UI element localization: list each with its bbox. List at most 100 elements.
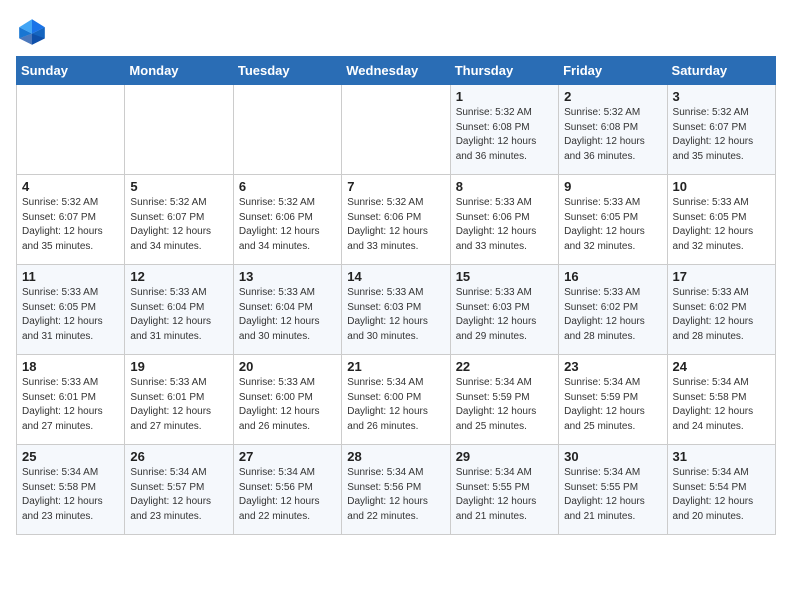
calendar-cell: 26 Sunrise: 5:34 AM Sunset: 5:57 PM Dayli… [125, 445, 233, 535]
day-info: Sunrise: 5:32 AM Sunset: 6:07 PM Dayligh… [22, 196, 119, 254]
calendar-cell: 1 Sunrise: 5:32 AM Sunset: 6:08 PM Daylig… [450, 85, 558, 175]
calendar-week-5: 25 Sunrise: 5:34 AM Sunset: 5:58 PM Dayli… [17, 445, 776, 535]
day-number: 1 [456, 89, 553, 104]
calendar-cell [125, 85, 233, 175]
day-info: Sunrise: 5:33 AM Sunset: 6:01 PM Dayligh… [130, 376, 227, 434]
day-number: 26 [130, 449, 227, 464]
calendar-cell: 13Sunrise: 5:33 AM Sunset: 6:04 PM Dayli… [233, 265, 341, 355]
day-info: Sunrise: 5:34 AM Sunset: 5:56 PM Dayligh… [347, 466, 444, 524]
weekday-sunday: Sunday [17, 57, 125, 85]
calendar-cell: 27Sunrise: 5:34 AM Sunset: 5:56 PM Dayli… [233, 445, 341, 535]
day-number: 17 [673, 269, 770, 284]
day-number: 7 [347, 179, 444, 194]
calendar-cell: 31 Sunrise: 5:34 AM Sunset: 5:54 PM Dayli… [667, 445, 775, 535]
day-number: 31 [673, 449, 770, 464]
calendar-week-2: 4 Sunrise: 5:32 AM Sunset: 6:07 PM Daylig… [17, 175, 776, 265]
day-info: Sunrise: 5:33 AM Sunset: 6:03 PM Dayligh… [456, 286, 553, 344]
day-number: 8 [456, 179, 553, 194]
day-number: 21 [347, 359, 444, 374]
day-info: Sunrise: 5:33 AM Sunset: 6:00 PM Dayligh… [239, 376, 336, 434]
day-info: Sunrise: 5:33 AM Sunset: 6:05 PM Dayligh… [564, 196, 661, 254]
day-info: Sunrise: 5:33 AM Sunset: 6:05 PM Dayligh… [22, 286, 119, 344]
day-info: Sunrise: 5:32 AM Sunset: 6:07 PM Dayligh… [130, 196, 227, 254]
calendar-cell: 6 Sunrise: 5:32 AM Sunset: 6:06 PM Daylig… [233, 175, 341, 265]
calendar-cell: 2 Sunrise: 5:32 AM Sunset: 6:08 PM Daylig… [559, 85, 667, 175]
day-number: 16 [564, 269, 661, 284]
logo [16, 16, 54, 48]
weekday-thursday: Thursday [450, 57, 558, 85]
day-info: Sunrise: 5:33 AM Sunset: 6:04 PM Dayligh… [130, 286, 227, 344]
day-number: 12 [130, 269, 227, 284]
day-info: Sunrise: 5:34 AM Sunset: 5:58 PM Dayligh… [673, 376, 770, 434]
weekday-header-row: SundayMondayTuesdayWednesdayThursdayFrid… [17, 57, 776, 85]
calendar-cell: 22 Sunrise: 5:34 AM Sunset: 5:59 PM Dayli… [450, 355, 558, 445]
calendar-cell: 21 Sunrise: 5:34 AM Sunset: 6:00 PM Dayli… [342, 355, 450, 445]
calendar-cell: 4 Sunrise: 5:32 AM Sunset: 6:07 PM Daylig… [17, 175, 125, 265]
calendar-cell: 28 Sunrise: 5:34 AM Sunset: 5:56 PM Dayli… [342, 445, 450, 535]
day-info: Sunrise: 5:34 AM Sunset: 5:55 PM Dayligh… [456, 466, 553, 524]
day-number: 5 [130, 179, 227, 194]
day-number: 30 [564, 449, 661, 464]
calendar-cell: 9 Sunrise: 5:33 AM Sunset: 6:05 PM Daylig… [559, 175, 667, 265]
day-info: Sunrise: 5:33 AM Sunset: 6:01 PM Dayligh… [22, 376, 119, 434]
day-number: 9 [564, 179, 661, 194]
day-number: 22 [456, 359, 553, 374]
calendar-cell: 5 Sunrise: 5:32 AM Sunset: 6:07 PM Daylig… [125, 175, 233, 265]
day-number: 27 [239, 449, 336, 464]
calendar-week-3: 11 Sunrise: 5:33 AM Sunset: 6:05 PM Dayli… [17, 265, 776, 355]
day-info: Sunrise: 5:34 AM Sunset: 5:59 PM Dayligh… [456, 376, 553, 434]
day-info: Sunrise: 5:34 AM Sunset: 5:59 PM Dayligh… [564, 376, 661, 434]
day-number: 15 [456, 269, 553, 284]
calendar-week-1: 1 Sunrise: 5:32 AM Sunset: 6:08 PM Daylig… [17, 85, 776, 175]
calendar-cell: 24 Sunrise: 5:34 AM Sunset: 5:58 PM Dayli… [667, 355, 775, 445]
day-number: 10 [673, 179, 770, 194]
day-number: 14 [347, 269, 444, 284]
calendar-table: SundayMondayTuesdayWednesdayThursdayFrid… [16, 56, 776, 535]
day-info: Sunrise: 5:33 AM Sunset: 6:04 PM Dayligh… [239, 286, 336, 344]
calendar-cell: 16 Sunrise: 5:33 AM Sunset: 6:02 PM Dayli… [559, 265, 667, 355]
day-number: 4 [22, 179, 119, 194]
day-number: 23 [564, 359, 661, 374]
calendar-cell: 25 Sunrise: 5:34 AM Sunset: 5:58 PM Dayli… [17, 445, 125, 535]
day-info: Sunrise: 5:33 AM Sunset: 6:02 PM Dayligh… [564, 286, 661, 344]
day-number: 28 [347, 449, 444, 464]
day-number: 3 [673, 89, 770, 104]
day-number: 29 [456, 449, 553, 464]
day-info: Sunrise: 5:32 AM Sunset: 6:08 PM Dayligh… [456, 106, 553, 164]
day-number: 11 [22, 269, 119, 284]
calendar-header: SundayMondayTuesdayWednesdayThursdayFrid… [17, 57, 776, 85]
day-info: Sunrise: 5:34 AM Sunset: 6:00 PM Dayligh… [347, 376, 444, 434]
calendar-cell: 8 Sunrise: 5:33 AM Sunset: 6:06 PM Daylig… [450, 175, 558, 265]
day-info: Sunrise: 5:33 AM Sunset: 6:03 PM Dayligh… [347, 286, 444, 344]
day-info: Sunrise: 5:34 AM Sunset: 5:57 PM Dayligh… [130, 466, 227, 524]
day-number: 6 [239, 179, 336, 194]
calendar-cell: 19 Sunrise: 5:33 AM Sunset: 6:01 PM Dayli… [125, 355, 233, 445]
calendar-cell: 18 Sunrise: 5:33 AM Sunset: 6:01 PM Dayli… [17, 355, 125, 445]
day-info: Sunrise: 5:34 AM Sunset: 5:55 PM Dayligh… [564, 466, 661, 524]
day-number: 18 [22, 359, 119, 374]
page-header [16, 16, 776, 48]
weekday-saturday: Saturday [667, 57, 775, 85]
calendar-week-4: 18 Sunrise: 5:33 AM Sunset: 6:01 PM Dayli… [17, 355, 776, 445]
calendar-cell [233, 85, 341, 175]
day-info: Sunrise: 5:33 AM Sunset: 6:06 PM Dayligh… [456, 196, 553, 254]
calendar-cell: 11 Sunrise: 5:33 AM Sunset: 6:05 PM Dayli… [17, 265, 125, 355]
day-info: Sunrise: 5:33 AM Sunset: 6:02 PM Dayligh… [673, 286, 770, 344]
weekday-friday: Friday [559, 57, 667, 85]
day-number: 19 [130, 359, 227, 374]
calendar-cell: 30 Sunrise: 5:34 AM Sunset: 5:55 PM Dayli… [559, 445, 667, 535]
day-info: Sunrise: 5:32 AM Sunset: 6:06 PM Dayligh… [347, 196, 444, 254]
day-number: 25 [22, 449, 119, 464]
calendar-cell [17, 85, 125, 175]
day-number: 2 [564, 89, 661, 104]
day-info: Sunrise: 5:32 AM Sunset: 6:08 PM Dayligh… [564, 106, 661, 164]
weekday-wednesday: Wednesday [342, 57, 450, 85]
calendar-cell: 15 Sunrise: 5:33 AM Sunset: 6:03 PM Dayli… [450, 265, 558, 355]
calendar-body: 1 Sunrise: 5:32 AM Sunset: 6:08 PM Daylig… [17, 85, 776, 535]
day-info: Sunrise: 5:32 AM Sunset: 6:06 PM Dayligh… [239, 196, 336, 254]
day-number: 24 [673, 359, 770, 374]
calendar-cell: 3Sunrise: 5:32 AM Sunset: 6:07 PM Daylig… [667, 85, 775, 175]
day-info: Sunrise: 5:34 AM Sunset: 5:54 PM Dayligh… [673, 466, 770, 524]
day-info: Sunrise: 5:34 AM Sunset: 5:58 PM Dayligh… [22, 466, 119, 524]
calendar-cell: 12 Sunrise: 5:33 AM Sunset: 6:04 PM Dayli… [125, 265, 233, 355]
